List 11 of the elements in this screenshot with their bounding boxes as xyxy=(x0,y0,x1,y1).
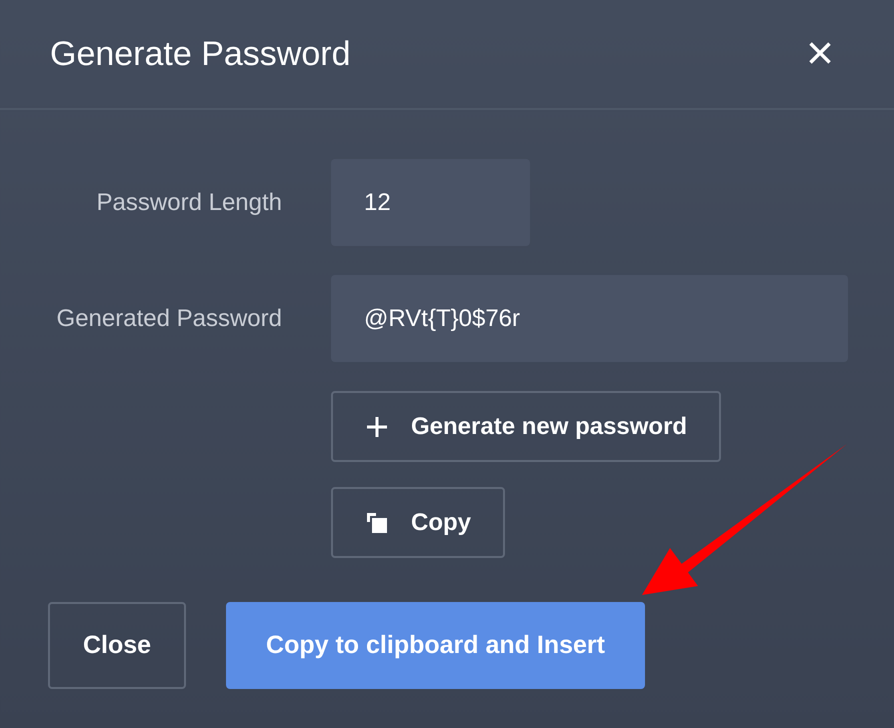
close-button[interactable]: Close xyxy=(48,602,186,689)
field-label: Generated Password xyxy=(56,304,282,334)
dialog-title: Generate Password xyxy=(50,34,350,74)
field-label: Password Length xyxy=(96,188,282,218)
input-field[interactable]: 12 xyxy=(331,159,530,246)
copy-button[interactable]: Copy xyxy=(331,487,505,558)
generate-button[interactable]: Generate new password xyxy=(331,391,722,462)
copy-icon xyxy=(365,510,389,534)
plus-icon xyxy=(365,414,389,438)
close-button[interactable]: × xyxy=(806,30,834,78)
input-field[interactable]: @RVt{T}0$76r xyxy=(331,275,848,362)
